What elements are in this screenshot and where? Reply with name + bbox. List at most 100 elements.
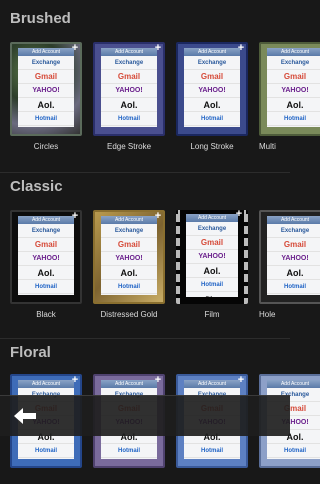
thumbnail-logo-gmail: Gmail	[186, 236, 238, 250]
thumbnail-logo-gmail: Gmail	[101, 238, 157, 252]
thumbnail-logo-exchange: Exchange	[18, 224, 74, 238]
thumbnail-logo-exchange: Exchange	[101, 56, 157, 70]
frame-option-long-stroke[interactable]: Add Account Exchange Gmail YAHOO! Aol. Hotmai…	[176, 42, 248, 152]
plus-icon: +	[154, 374, 162, 386]
thumbnail-logo-yahoo: YAHOO!	[267, 84, 320, 98]
thumbnail-screen: Add AccountExchangeGmailYAHOO!Aol.Hotmai…	[101, 216, 157, 295]
thumbnail-logo-other: Other	[186, 292, 238, 298]
thumbnail-header: Add Account	[101, 216, 157, 224]
frame-option-edge-stroke[interactable]: Add Account Exchange Gmail YAHOO! Aol. Hotmai…	[93, 42, 165, 152]
thumbnail-logo-yahoo: YAHOO!	[267, 252, 320, 266]
thumbnail-logo-other: Other	[18, 294, 74, 295]
thumbnail-logo-exchange: Exchange	[267, 56, 320, 70]
thumbnail-header: Add Account	[101, 48, 157, 56]
thumbnail-header: Add Account	[186, 214, 238, 222]
thumbnail-logo-hotmail: Hotmail	[267, 444, 320, 458]
bottom-toolbar	[0, 395, 290, 436]
thumbnail-logo-other: Other	[184, 126, 240, 127]
thumbnail-logo-aol: Aol.	[101, 266, 157, 280]
thumbnail-logo-gmail: Gmail	[267, 70, 320, 84]
thumbnail-header: Add Account	[18, 216, 74, 224]
thumbnail-header: Add Account	[18, 380, 74, 388]
thumbnail-logo-hotmail: Hotmail	[184, 444, 240, 458]
thumbnail-logo-hotmail: Hotmail	[101, 280, 157, 294]
thumbnail-logo-hotmail: Hotmail	[184, 112, 240, 126]
frame-row: Add AccountExchangeGmailYAHOO!Aol.Hotmai…	[0, 42, 320, 152]
frame-thumbnail: Add AccountExchangeGmailYAHOO!Aol.Hotmai…	[259, 210, 320, 304]
thumbnail-logo-gmail: Gmail	[267, 238, 320, 252]
thumbnail-header: Add Account	[18, 48, 74, 56]
thumbnail-header: Add Account	[184, 380, 240, 388]
frame-option-black[interactable]: Add Account Exchange Gmail YAHOO! Aol. Hotmai…	[10, 210, 82, 320]
back-button[interactable]	[10, 404, 40, 428]
plus-icon: +	[71, 374, 79, 386]
thumbnail-logo-exchange: Exchange	[186, 222, 238, 236]
thumbnail-logo-hotmail: Hotmail	[18, 444, 74, 458]
thumbnail-logo-gmail: Gmail	[18, 238, 74, 252]
thumbnail-logo-hotmail: Hotmail	[18, 280, 74, 294]
thumbnail-screen: Add AccountExchangeGmailYAHOO!Aol.Hotmai…	[184, 48, 240, 127]
frame-row: Add AccountExchangeGmailYAHOO!Aol.Hotmai…	[0, 208, 320, 320]
thumbnail-logo-yahoo: YAHOO!	[101, 84, 157, 98]
thumbnail-logo-aol: Aol.	[267, 98, 320, 112]
thumbnail-logo-gmail: Gmail	[184, 70, 240, 84]
thumbnail-logo-aol: Aol.	[101, 98, 157, 112]
thumbnail-logo-yahoo: YAHOO!	[184, 84, 240, 98]
thumbnail-logo-hotmail: Hotmail	[267, 112, 320, 126]
frame-thumbnail: Add AccountExchangeGmailYAHOO!Aol.Hotmai…	[93, 210, 165, 304]
thumbnail-logo-other: Other	[101, 126, 157, 127]
frame-thumbnail: Add AccountExchangeGmailYAHOO!Aol.Hotmai…	[176, 208, 248, 304]
frame-thumbnail: Add AccountExchangeGmailYAHOO!Aol.Hotmai…	[93, 42, 165, 136]
thumbnail-logo-aol: Aol.	[184, 98, 240, 112]
thumbnail-header: Add Account	[267, 216, 320, 224]
section-title: Classic	[10, 178, 63, 195]
thumbnail-logo-aol: Aol.	[18, 98, 74, 112]
thumbnail-logo-other: Other	[101, 294, 157, 295]
plus-icon: +	[71, 42, 79, 54]
thumbnail-logo-other: Other	[267, 294, 320, 295]
thumbnail-logo-exchange: Exchange	[18, 56, 74, 70]
plus-icon: +	[154, 210, 162, 222]
thumbnail-logo-aol: Aol.	[18, 266, 74, 280]
frame-caption: Multi	[259, 142, 276, 151]
thumbnail-logo-hotmail: Hotmail	[267, 280, 320, 294]
divider	[0, 172, 290, 173]
thumbnail-header: Add Account	[101, 380, 157, 388]
frame-thumbnail: Add AccountExchangeGmailYAHOO!Aol.Hotmai…	[10, 42, 82, 136]
frame-option-distressed-gold[interactable]: Add Account Exchange Gmail YAHOO! Aol. Hotmai…	[93, 210, 165, 320]
thumbnail-screen: Add AccountExchangeGmailYAHOO!Aol.Hotmai…	[18, 48, 74, 127]
thumbnail-logo-aol: Aol.	[267, 266, 320, 280]
frame-option-multi[interactable]: Add Account Exchange Gmail YAHOO! Aol. Hotmai…	[259, 42, 320, 152]
thumbnail-logo-yahoo: YAHOO!	[18, 252, 74, 266]
frame-option-circles[interactable]: Add Account Exchange Gmail YAHOO! Aol. Hotmai…	[10, 42, 82, 152]
thumbnail-logo-gmail: Gmail	[18, 70, 74, 84]
frame-option-hole[interactable]: Add Account Exchange Gmail YAHOO! Aol. Hotmai…	[259, 210, 320, 320]
frame-thumbnail: Add AccountExchangeGmailYAHOO!Aol.Hotmai…	[176, 42, 248, 136]
thumbnail-screen: Add AccountExchangeGmailYAHOO!Aol.Hotmai…	[18, 216, 74, 295]
thumbnail-logo-yahoo: YAHOO!	[101, 252, 157, 266]
thumbnail-screen: Add AccountExchangeGmailYAHOO!Aol.Hotmai…	[267, 48, 320, 127]
thumbnail-screen: Add AccountExchangeGmailYAHOO!Aol.Hotmai…	[267, 216, 320, 295]
thumbnail-logo-hotmail: Hotmail	[18, 112, 74, 126]
thumbnail-logo-aol: Aol.	[186, 264, 238, 278]
frame-option-film[interactable]: Add Account Exchange Gmail YAHOO! Aol. Hotmai…	[176, 208, 248, 320]
thumbnail-logo-yahoo: YAHOO!	[18, 84, 74, 98]
frame-thumbnail: Add AccountExchangeGmailYAHOO!Aol.Hotmai…	[10, 210, 82, 304]
thumbnail-logo-other: Other	[267, 458, 320, 459]
thumbnail-logo-gmail: Gmail	[101, 70, 157, 84]
plus-icon: +	[235, 208, 243, 220]
plus-icon: +	[237, 374, 245, 386]
thumbnail-logo-yahoo: YAHOO!	[186, 250, 238, 264]
thumbnail-logo-other: Other	[18, 458, 74, 459]
thumbnail-header: Add Account	[184, 48, 240, 56]
thumbnail-logo-other: Other	[18, 126, 74, 127]
frame-caption: Hole	[259, 310, 276, 319]
plus-icon: +	[237, 42, 245, 54]
thumbnail-logo-other: Other	[101, 458, 157, 459]
thumbnail-logo-other: Other	[184, 458, 240, 459]
section-title: Floral	[10, 344, 51, 361]
thumbnail-header: Add Account	[267, 48, 320, 56]
divider	[0, 338, 290, 339]
plus-icon: +	[71, 210, 79, 222]
thumbnail-logo-hotmail: Hotmail	[186, 278, 238, 292]
